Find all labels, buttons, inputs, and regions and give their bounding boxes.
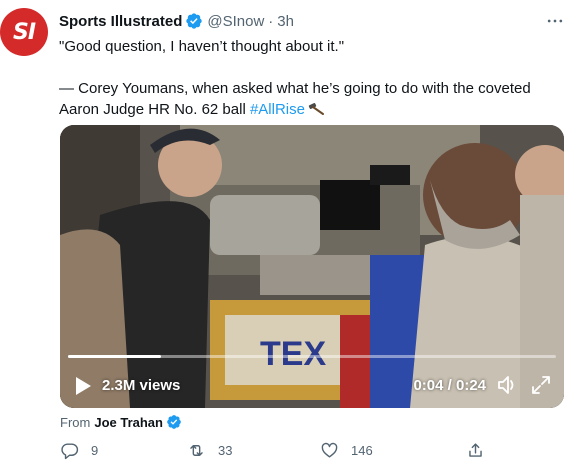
reply-button[interactable]: 9 [60, 441, 98, 460]
like-button[interactable]: 146 [320, 441, 373, 460]
video-controls: 2.3M views 0:04 / 0:24 [60, 360, 564, 408]
source-name[interactable]: Joe Trahan [94, 415, 163, 430]
source-prefix: From [60, 414, 91, 430]
separator-dot: · [268, 12, 274, 30]
hashtag-link[interactable]: #AllRise [250, 101, 305, 118]
display-name[interactable]: Sports Illustrated [59, 13, 182, 30]
tweet-header: Sports Illustrated @SInow · 3h [59, 11, 575, 31]
verified-badge-icon [185, 12, 203, 30]
avatar[interactable]: SI [0, 8, 48, 56]
retweet-icon [190, 445, 203, 456]
verified-badge-icon [166, 414, 182, 430]
retweet-button[interactable]: 33 [187, 441, 232, 460]
like-count: 146 [351, 443, 373, 458]
retweet-count: 33 [218, 443, 233, 458]
hammer-icon [307, 101, 325, 115]
progress-bar[interactable] [68, 355, 556, 358]
reply-count: 9 [91, 443, 99, 458]
video-source: From Joe Trahan [60, 414, 186, 430]
share-button[interactable] [466, 441, 485, 460]
play-icon[interactable] [74, 376, 92, 396]
tweet-text: "Good question, I haven’t thought about … [59, 36, 559, 120]
timestamp[interactable]: 3h [277, 13, 294, 30]
progress-fill [68, 355, 161, 358]
quote-line: "Good question, I haven’t thought about … [59, 38, 345, 55]
fullscreen-icon[interactable] [530, 374, 552, 396]
attribution-paragraph: — Corey Youmans, when asked what he’s go… [59, 78, 559, 120]
view-count: 2.3M views [102, 377, 181, 394]
video-time: 0:04 / 0:24 [413, 377, 486, 394]
tweet-actions: 9 33 146 [60, 441, 500, 463]
share-icon [469, 443, 482, 457]
volume-icon[interactable] [496, 374, 518, 396]
avatar-logo-text: SI [12, 19, 36, 45]
more-options-icon[interactable] [543, 9, 567, 33]
video-player[interactable]: TEX 2.3M views 0:04 / 0:24 [60, 125, 564, 408]
heart-icon [321, 442, 338, 458]
user-handle[interactable]: @SInow [207, 13, 264, 30]
reply-icon [61, 443, 79, 460]
